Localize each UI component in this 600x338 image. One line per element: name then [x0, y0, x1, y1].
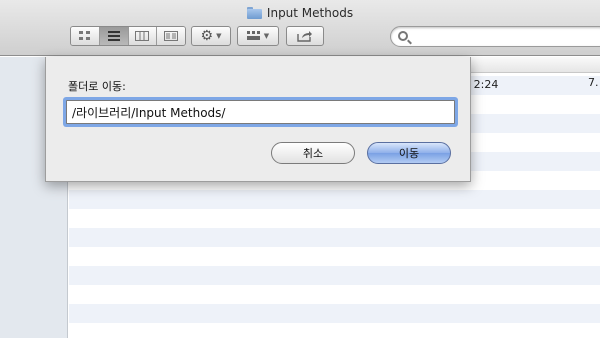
- columns-icon: [135, 31, 150, 41]
- icon-view-button[interactable]: [71, 27, 100, 45]
- coverflow-view-button[interactable]: [157, 27, 185, 45]
- go-button[interactable]: 이동: [367, 142, 451, 164]
- chevron-down-icon: ▼: [263, 32, 270, 40]
- share-icon: [297, 31, 312, 42]
- list-icon: [107, 31, 120, 41]
- window-titlebar: Input Methods ⚙ ▼ ▼: [0, 0, 600, 56]
- share-button[interactable]: [286, 26, 324, 46]
- folder-path-input[interactable]: [66, 100, 455, 124]
- search-icon: [398, 31, 408, 41]
- row-size: 7.: [588, 76, 599, 89]
- search-field[interactable]: [390, 26, 600, 47]
- column-view-button[interactable]: [128, 27, 158, 45]
- arrange-icon: [246, 31, 260, 40]
- arrange-menu-button[interactable]: ▼: [237, 26, 279, 46]
- folder-icon: [246, 7, 262, 19]
- list-view-button[interactable]: [99, 27, 129, 45]
- grid-icon: [78, 31, 90, 40]
- view-mode-group: [70, 26, 186, 46]
- chevron-down-icon: ▼: [216, 32, 222, 40]
- coverflow-icon: [164, 31, 179, 41]
- window-title: Input Methods: [266, 6, 354, 20]
- action-menu-button[interactable]: ⚙ ▼: [191, 26, 231, 46]
- gear-icon: ⚙: [200, 28, 214, 44]
- window-title-group: Input Methods: [0, 4, 600, 22]
- go-to-folder-sheet: 폴더로 이동: 취소 이동: [45, 57, 471, 182]
- cancel-button[interactable]: 취소: [271, 142, 355, 164]
- dialog-label: 폴더로 이동:: [68, 80, 126, 93]
